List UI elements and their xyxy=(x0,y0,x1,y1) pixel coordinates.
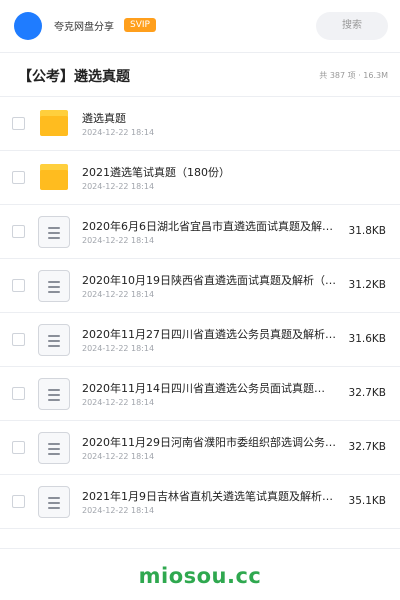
share-title: 夸克网盘分享 xyxy=(54,22,114,33)
select-checkbox[interactable] xyxy=(12,279,25,292)
document-icon xyxy=(38,486,70,518)
file-name[interactable]: 2021年1月9日吉林省直机关遴选笔试真题及解析（… xyxy=(82,488,340,504)
document-icon xyxy=(38,324,70,356)
folder-icon xyxy=(38,162,70,194)
list-end-divider xyxy=(0,548,400,549)
file-name[interactable]: 2020年11月29日河南省濮阳市委组织部选调公务… xyxy=(82,434,340,450)
file-row[interactable]: 2020年11月29日河南省濮阳市委组织部选调公务… 2024-12-22 18:… xyxy=(0,421,400,475)
file-date: 2024-12-22 18:14 xyxy=(82,452,155,461)
file-size: 32.7KB xyxy=(348,441,386,453)
folder-meta: 共 387 项 · 16.3M xyxy=(319,71,388,80)
file-size: 31.6KB xyxy=(348,333,386,345)
select-checkbox[interactable] xyxy=(12,171,25,184)
file-date: 2024-12-22 18:14 xyxy=(82,236,155,245)
document-icon xyxy=(38,432,70,464)
row-divider xyxy=(0,528,400,529)
select-checkbox[interactable] xyxy=(12,225,25,238)
document-icon xyxy=(38,216,70,248)
svip-badge: SVIP xyxy=(124,18,156,32)
header-divider xyxy=(0,52,400,53)
file-size: 32.7KB xyxy=(348,387,386,399)
file-date: 2024-12-22 18:14 xyxy=(82,506,155,515)
file-row[interactable]: 2021年1月9日吉林省直机关遴选笔试真题及解析（… 2024-12-22 18:… xyxy=(0,475,400,529)
file-date: 2024-12-22 18:14 xyxy=(82,398,155,407)
file-row[interactable]: 遴选真题 2024-12-22 18:14 xyxy=(0,97,400,151)
file-date: 2024-12-22 18:14 xyxy=(82,182,155,191)
file-row[interactable]: 2020年11月27日四川省直遴选公务员真题及解析… 2024-12-22 18:… xyxy=(0,313,400,367)
file-name[interactable]: 2020年11月14日四川省直遴选公务员面试真题… xyxy=(82,380,340,396)
watermark: miosou.cc xyxy=(138,564,262,588)
file-date: 2024-12-22 18:14 xyxy=(82,290,155,299)
select-checkbox[interactable] xyxy=(12,117,25,130)
file-size: 31.8KB xyxy=(348,225,386,237)
file-row[interactable]: 2020年6月6日湖北省宜昌市直遴选面试真题及解析… 2024-12-22 18:… xyxy=(0,205,400,259)
file-date: 2024-12-22 18:14 xyxy=(82,128,155,137)
select-checkbox[interactable] xyxy=(12,495,25,508)
file-name[interactable]: 2020年10月19日陕西省直遴选面试真题及解析（… xyxy=(82,272,340,288)
document-icon xyxy=(38,270,70,302)
file-row[interactable]: 2021遴选笔试真题（180份） 2024-12-22 18:14 xyxy=(0,151,400,205)
select-checkbox[interactable] xyxy=(12,333,25,346)
file-name[interactable]: 2020年11月27日四川省直遴选公务员真题及解析… xyxy=(82,326,340,342)
select-checkbox[interactable] xyxy=(12,387,25,400)
file-date: 2024-12-22 18:14 xyxy=(82,344,155,353)
avatar[interactable] xyxy=(14,12,42,40)
file-name[interactable]: 2021遴选笔试真题（180份） xyxy=(82,164,340,180)
share-header: 夸克网盘分享 SVIP 搜索 xyxy=(0,0,400,52)
file-row[interactable]: 2020年10月19日陕西省直遴选面试真题及解析（… 2024-12-22 18:… xyxy=(0,259,400,313)
document-icon xyxy=(38,378,70,410)
search-button[interactable]: 搜索 xyxy=(316,12,388,40)
file-name[interactable]: 遴选真题 xyxy=(82,110,340,126)
select-checkbox[interactable] xyxy=(12,441,25,454)
folder-title: 【公考】遴选真题 xyxy=(18,69,130,85)
file-name[interactable]: 2020年6月6日湖北省宜昌市直遴选面试真题及解析… xyxy=(82,218,340,234)
file-size: 35.1KB xyxy=(348,495,386,507)
file-row[interactable]: 2020年11月14日四川省直遴选公务员面试真题… 2024-12-22 18:1… xyxy=(0,367,400,421)
folder-icon xyxy=(38,108,70,140)
file-size: 31.2KB xyxy=(348,279,386,291)
